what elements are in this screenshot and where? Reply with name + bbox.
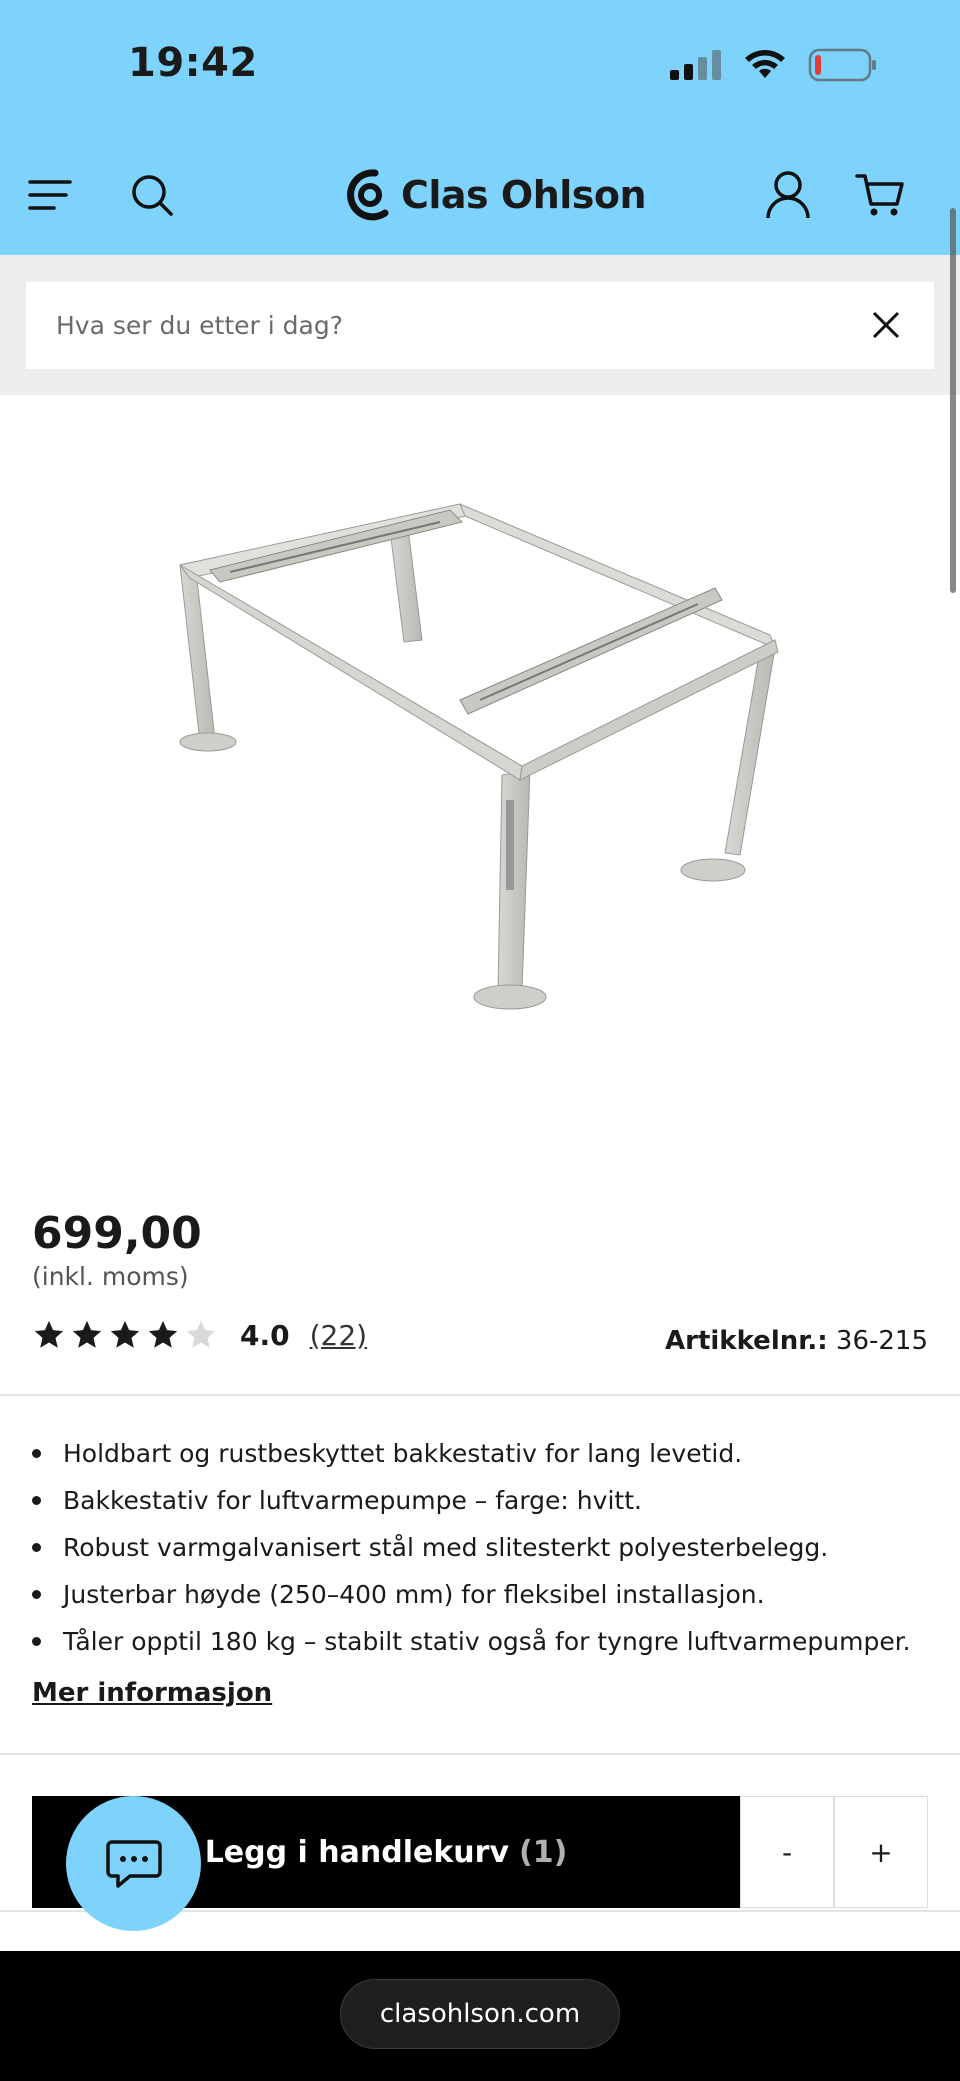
feature-item: Bakkestativ for luftvarmepumpe – farge: … xyxy=(32,1477,911,1524)
wifi-icon xyxy=(745,50,785,78)
search-placeholder: Hva ser du etter i dag? xyxy=(56,311,343,340)
clas-ohlson-logo-icon xyxy=(347,169,389,221)
increase-quantity-button[interactable]: + xyxy=(834,1796,928,1908)
close-icon xyxy=(872,311,900,339)
feature-item: Tåler opptil 180 kg – stabilt stativ ogs… xyxy=(32,1618,911,1665)
account-button[interactable] xyxy=(756,163,820,227)
status-time: 19:42 xyxy=(128,40,258,86)
status-icons xyxy=(670,48,878,82)
product-image[interactable] xyxy=(150,470,810,1050)
feature-item: Holdbart og rustbeskyttet bakkestativ fo… xyxy=(32,1430,911,1477)
feature-item: Justerbar høyde (250–400 mm) for fleksib… xyxy=(32,1571,911,1618)
brand-logo[interactable]: Clas Ohlson xyxy=(345,163,647,227)
site-header: Clas Ohlson xyxy=(0,135,960,255)
rating-stars xyxy=(32,1318,218,1352)
hamburger-menu-icon xyxy=(28,180,72,210)
cart-button[interactable] xyxy=(848,163,912,227)
browser-bar: clasohlson.com xyxy=(0,1951,960,2081)
divider xyxy=(0,1394,960,1396)
more-info-link[interactable]: Mer informasjon xyxy=(32,1678,272,1708)
brand-name: Clas Ohlson xyxy=(401,173,647,217)
vat-note: (inkl. moms) xyxy=(32,1262,189,1291)
article-value: 36-215 xyxy=(835,1326,928,1356)
product-rating[interactable]: 4.0 (22) xyxy=(32,1318,367,1352)
chat-button[interactable] xyxy=(66,1796,201,1931)
rating-value: 4.0 xyxy=(240,1318,290,1352)
chat-bubble-icon xyxy=(105,1839,162,1888)
battery-icon xyxy=(808,48,876,82)
cart-quantity: (1) xyxy=(519,1834,568,1870)
search-input[interactable]: Hva ser du etter i dag? xyxy=(26,282,934,369)
status-bar: 19:42 xyxy=(0,0,960,135)
star-filled-icon xyxy=(110,1320,140,1348)
url-bar[interactable]: clasohlson.com xyxy=(340,1979,620,2049)
star-filled-icon xyxy=(34,1320,64,1348)
shopping-cart-icon xyxy=(855,174,904,216)
scrollbar[interactable] xyxy=(950,208,956,593)
article-number: Artikkelnr.: 36-215 xyxy=(665,1326,928,1356)
clear-search-button[interactable] xyxy=(864,303,908,347)
search-area: Hva ser du etter i dag? xyxy=(0,255,960,395)
menu-button[interactable] xyxy=(18,163,82,227)
product-price: 699,00 xyxy=(32,1208,202,1259)
star-filled-icon xyxy=(72,1320,102,1348)
add-to-cart-label: Legg i handlekurv xyxy=(204,1834,509,1870)
user-icon xyxy=(766,171,810,219)
star-filled-icon xyxy=(148,1320,178,1348)
decrease-quantity-button[interactable]: - xyxy=(740,1796,834,1908)
review-count-link[interactable]: (22) xyxy=(310,1319,367,1352)
signal-icon xyxy=(670,50,721,80)
feature-list: Holdbart og rustbeskyttet bakkestativ fo… xyxy=(32,1430,911,1665)
search-icon xyxy=(132,175,173,216)
search-button[interactable] xyxy=(120,163,184,227)
star-empty-icon xyxy=(186,1320,216,1348)
article-label: Artikkelnr.: xyxy=(665,1326,828,1356)
feature-item: Robust varmgalvanisert stål med sliteste… xyxy=(32,1524,911,1571)
divider xyxy=(0,1753,960,1755)
